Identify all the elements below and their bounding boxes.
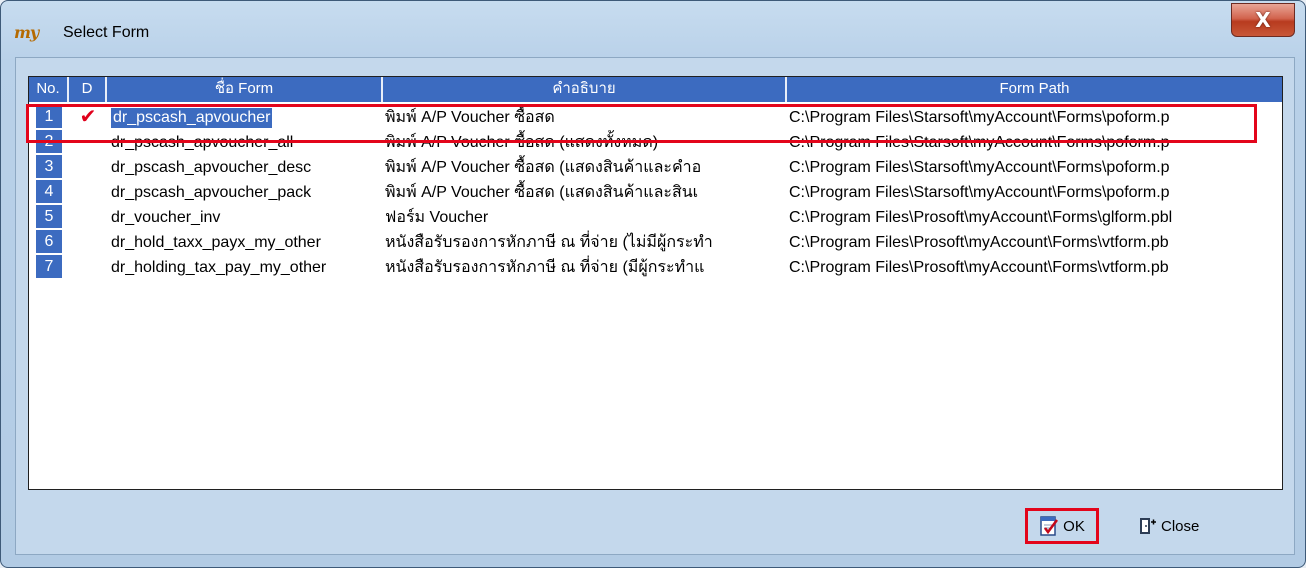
row-number: 4 — [36, 180, 62, 203]
form-path[interactable]: C:\Program Files\Prosoft\myAccount\Forms… — [787, 255, 1281, 280]
form-path[interactable]: C:\Program Files\Starsoft\myAccount\Form… — [787, 130, 1281, 155]
select-form-window: my Select Form X No. D ชื่อ Form คำอธิบา… — [0, 0, 1306, 568]
column-header-form-path[interactable]: Form Path — [787, 77, 1282, 102]
row-number: 1 — [36, 105, 62, 128]
table-row-5[interactable]: 5 dr_voucher_inv ฟอร์ม Voucher C:\Progra… — [29, 205, 1282, 230]
form-path[interactable]: C:\Program Files\Starsoft\myAccount\Form… — [787, 180, 1281, 205]
form-description[interactable]: พิมพ์ A/P Voucher ซื้อสด (แสดงสินค้าและค… — [383, 155, 787, 180]
window-title: Select Form — [63, 24, 150, 41]
form-name[interactable]: dr_pscash_apvoucher_all — [107, 130, 383, 155]
ok-label: OK — [1063, 517, 1085, 535]
select-flag-cell[interactable] — [69, 255, 107, 280]
table-row-4[interactable]: 4 dr_pscash_apvoucher_pack พิมพ์ A/P Vou… — [29, 180, 1282, 205]
form-path[interactable]: C:\Program Files\Starsoft\myAccount\Form… — [787, 105, 1281, 130]
row-number-cell: 1 — [29, 105, 69, 130]
title-bar[interactable]: my Select Form X — [1, 1, 1305, 57]
form-name[interactable]: dr_pscash_apvoucher_pack — [107, 180, 383, 205]
form-grid[interactable]: No. D ชื่อ Form คำอธิบาย Form Path 1 ✔ d… — [28, 76, 1283, 490]
form-description[interactable]: หนังสือรับรองการหักภาษี ณ ที่จ่าย (ไม่มี… — [383, 230, 787, 255]
ok-button[interactable]: OK — [1025, 508, 1099, 544]
row-number: 7 — [36, 255, 62, 278]
select-flag-cell[interactable] — [69, 180, 107, 205]
form-description[interactable]: พิมพ์ A/P Voucher ซื้อสด (แสดงสินค้าและส… — [383, 180, 787, 205]
form-path[interactable]: C:\Program Files\Starsoft\myAccount\Form… — [787, 155, 1281, 180]
window-close-button[interactable]: X — [1231, 3, 1295, 37]
select-flag-cell[interactable] — [69, 205, 107, 230]
row-number: 6 — [36, 230, 62, 253]
row-number: 2 — [36, 130, 62, 153]
row-number-cell: 3 — [29, 155, 69, 180]
form-description[interactable]: พิมพ์ A/P Voucher ซื้อสด — [383, 105, 787, 130]
app-logo-icon: my — [14, 23, 54, 43]
form-name: dr_pscash_apvoucher — [111, 108, 273, 128]
row-number: 5 — [36, 205, 62, 228]
table-row-1[interactable]: 1 ✔ dr_pscash_apvoucher พิมพ์ A/P Vouche… — [29, 105, 1282, 130]
form-description[interactable]: หนังสือรับรองการหักภาษี ณ ที่จ่าย (มีผู้… — [383, 255, 787, 280]
row-number-cell: 7 — [29, 255, 69, 280]
row-number-cell: 2 — [29, 130, 69, 155]
form-description[interactable]: พิมพ์ A/P Voucher ซื้อสด (แสดงทั้งหมด) — [383, 130, 787, 155]
close-button[interactable]: Close — [1131, 508, 1221, 544]
table-row-7[interactable]: 7 dr_holding_tax_pay_my_other หนังสือรับ… — [29, 255, 1282, 280]
table-row-2[interactable]: 2 dr_pscash_apvoucher_all พิมพ์ A/P Vouc… — [29, 130, 1282, 155]
form-name[interactable]: dr_voucher_inv — [107, 205, 383, 230]
form-name[interactable]: dr_pscash_apvoucher_desc — [107, 155, 383, 180]
form-path[interactable]: C:\Program Files\Prosoft\myAccount\Forms… — [787, 230, 1281, 255]
column-header-d[interactable]: D — [69, 77, 107, 102]
select-flag-cell[interactable] — [69, 230, 107, 255]
row-number-cell: 6 — [29, 230, 69, 255]
exit-door-icon — [1140, 518, 1156, 534]
close-label: Close — [1161, 517, 1200, 535]
row-number-cell: 5 — [29, 205, 69, 230]
select-flag-cell[interactable] — [69, 130, 107, 155]
form-description[interactable]: ฟอร์ม Voucher — [383, 205, 787, 230]
form-name[interactable]: dr_holding_tax_pay_my_other — [107, 255, 383, 280]
grid-rows: 1 ✔ dr_pscash_apvoucher พิมพ์ A/P Vouche… — [29, 105, 1282, 280]
column-header-description[interactable]: คำอธิบาย — [383, 77, 787, 102]
form-name-cell[interactable]: dr_pscash_apvoucher — [107, 105, 383, 130]
table-row-3[interactable]: 3 dr_pscash_apvoucher_desc พิมพ์ A/P Vou… — [29, 155, 1282, 180]
column-header-no[interactable]: No. — [29, 77, 69, 102]
form-path[interactable]: C:\Program Files\Prosoft\myAccount\Forms… — [787, 205, 1281, 230]
close-icon: X — [1255, 8, 1271, 32]
document-check-icon — [1040, 516, 1059, 536]
select-flag-cell[interactable] — [69, 155, 107, 180]
checkmark-icon[interactable]: ✔ — [69, 105, 107, 130]
row-number: 3 — [36, 155, 62, 178]
table-row-6[interactable]: 6 dr_hold_taxx_payx_my_other หนังสือรับร… — [29, 230, 1282, 255]
form-name[interactable]: dr_hold_taxx_payx_my_other — [107, 230, 383, 255]
column-header-form-name[interactable]: ชื่อ Form — [107, 77, 383, 102]
row-number-cell: 4 — [29, 180, 69, 205]
grid-header: No. D ชื่อ Form คำอธิบาย Form Path — [29, 77, 1282, 102]
